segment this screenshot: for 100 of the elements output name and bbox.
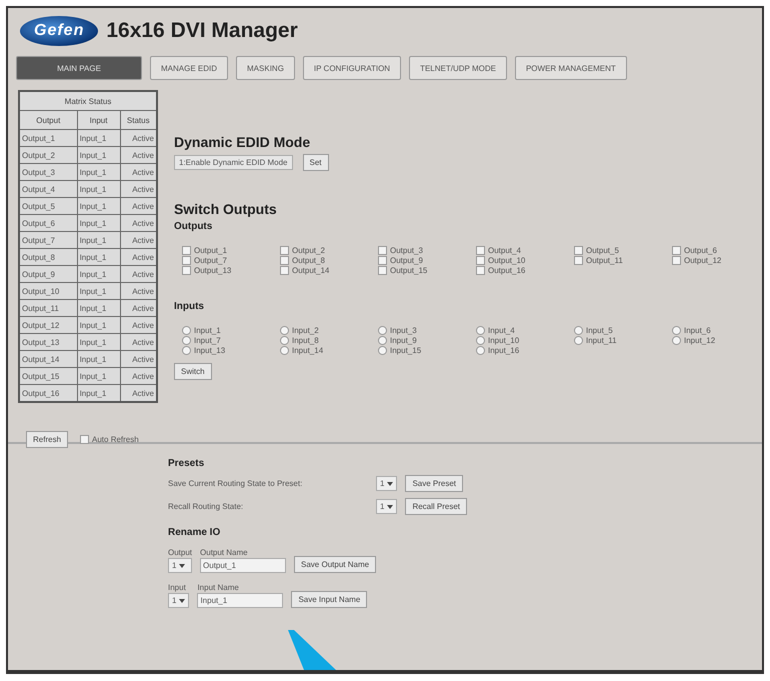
output-checkbox[interactable]: Output_3 (378, 246, 476, 255)
switch-button[interactable]: Switch (174, 363, 212, 380)
output-checkbox[interactable]: Output_9 (378, 256, 476, 265)
edid-mode-select[interactable]: 1:Enable Dynamic EDID Mode (174, 155, 292, 170)
table-cell: Output_10 (19, 282, 78, 300)
input-radio[interactable]: Input_15 (378, 346, 476, 355)
section-heading: Switch Outputs (174, 201, 278, 217)
save-name-button[interactable]: Save Input Name (291, 591, 368, 608)
output-checkbox[interactable]: Output_11 (574, 256, 672, 265)
table-cell: Output_14 (19, 350, 78, 368)
table-cell: Input_1 (77, 180, 120, 198)
input-radio[interactable]: Input_16 (476, 346, 574, 355)
name-field[interactable]: Input_1 (197, 593, 284, 608)
set-button[interactable]: Set (302, 154, 329, 171)
table-cell: Output_8 (19, 248, 78, 266)
field-label: Output Name (200, 548, 249, 557)
output-checkbox[interactable]: Output_13 (182, 266, 280, 275)
table-cell: Input_1 (77, 384, 120, 402)
output-checkbox[interactable]: Output_1 (182, 246, 280, 255)
input-radio[interactable]: Input_4 (476, 326, 574, 335)
table-cell: Output_1 (19, 130, 78, 146)
preset-select[interactable]: 1 (376, 499, 398, 514)
output-checkbox[interactable]: Output_14 (280, 266, 378, 275)
input-radio[interactable]: Input_8 (280, 336, 378, 345)
caret-icon (179, 564, 186, 568)
table-cell: Output_5 (19, 198, 78, 214)
logo: Gefen (20, 16, 98, 46)
table-cell: Output_12 (19, 316, 78, 334)
nav-tab[interactable]: IP CONFIGURATION (302, 56, 402, 80)
table-cell: Input_1 (77, 232, 120, 248)
table-cell: Input_1 (77, 198, 120, 214)
save-name-button[interactable]: Save Output Name (294, 556, 376, 573)
refresh-button[interactable]: Refresh (26, 431, 68, 448)
table-cell: Input_1 (77, 350, 120, 368)
auto-refresh-checkbox[interactable]: Auto Refresh (80, 435, 139, 444)
input-radio[interactable]: Input_6 (672, 326, 762, 335)
input-radio[interactable]: Input_1 (182, 326, 280, 335)
table-cell: Input_1 (77, 164, 120, 180)
input-radio[interactable]: Input_13 (182, 346, 280, 355)
table-cell: Input_1 (77, 248, 120, 266)
input-radio[interactable]: Input_14 (280, 346, 378, 355)
table-cell: Output_16 (19, 384, 78, 402)
table-cell: Input_1 (77, 266, 120, 282)
preset-label: Save Current Routing State to Preset: (168, 479, 304, 488)
preset-select[interactable]: 1 (376, 476, 398, 491)
output-checkbox[interactable]: Output_10 (476, 256, 574, 265)
table-cell: Input_1 (77, 316, 120, 334)
input-radio[interactable]: Input_11 (574, 336, 672, 345)
number-select[interactable]: 1 (168, 558, 192, 573)
pointer-arrow (288, 630, 338, 670)
nav-tab[interactable]: MASKING (236, 56, 295, 80)
table-cell: Output_13 (19, 334, 78, 350)
input-radio[interactable]: Input_3 (378, 326, 476, 335)
output-checkbox[interactable]: Output_16 (476, 266, 574, 275)
table-cell: Output_11 (19, 300, 78, 316)
input-radio[interactable]: Input_12 (672, 336, 762, 345)
table-cell: Input_1 (77, 214, 120, 232)
table-cell: Input_1 (77, 368, 120, 384)
input-radio[interactable]: Input_10 (476, 336, 574, 345)
nav-tab[interactable]: MANAGE EDID (150, 56, 228, 80)
output-checkbox[interactable]: Output_6 (672, 246, 762, 255)
nav-tab[interactable]: MAIN PAGE (16, 56, 142, 80)
number-select[interactable]: 1 (168, 593, 190, 608)
subheading: Inputs (174, 301, 205, 312)
input-radio[interactable]: Input_7 (182, 336, 280, 345)
table-cell: Output_6 (19, 214, 78, 232)
table-cell: Output_3 (19, 164, 78, 180)
table-cell: Input_1 (77, 146, 120, 164)
table-cell: Output_2 (19, 146, 78, 164)
output-checkbox[interactable]: Output_15 (378, 266, 476, 275)
output-checkbox[interactable]: Output_5 (574, 246, 672, 255)
name-field[interactable]: Output_1 (200, 558, 286, 573)
input-radio[interactable]: Input_2 (280, 326, 378, 335)
section-heading: Rename IO (168, 527, 222, 538)
input-radio[interactable]: Input_5 (574, 326, 672, 335)
preset-label: Recall Routing State: (168, 502, 244, 511)
output-checkbox[interactable]: Output_2 (280, 246, 378, 255)
app-title: 16x16 DVI Manager (106, 19, 298, 43)
column-header: Output (19, 110, 78, 130)
table-cell: Output_9 (19, 266, 78, 282)
nav-tab[interactable]: POWER MANAGEMENT (514, 56, 627, 80)
subheading: Outputs (174, 221, 214, 232)
table-cell: Output_7 (19, 232, 78, 248)
preset-button[interactable]: Recall Preset (405, 498, 468, 515)
output-checkbox[interactable]: Output_7 (182, 256, 280, 265)
field-label: Input (168, 583, 187, 592)
output-checkbox[interactable]: Output_12 (672, 256, 762, 265)
preset-button[interactable]: Save Preset (405, 475, 464, 492)
output-checkbox[interactable]: Output_4 (476, 246, 574, 255)
table-cell: Output_15 (19, 368, 78, 384)
input-radio[interactable]: Input_9 (378, 336, 476, 345)
caret-icon (387, 504, 394, 508)
table-cell: Input_1 (77, 334, 120, 350)
nav-tab[interactable]: TELNET/UDP MODE (409, 56, 507, 80)
table-cell: Input_1 (77, 300, 120, 316)
column-header: Input (77, 110, 120, 130)
output-checkbox[interactable]: Output_8 (280, 256, 378, 265)
caret-icon (387, 482, 394, 486)
table-cell: Input_1 (77, 282, 120, 300)
table-cell: Input_1 (77, 130, 120, 146)
